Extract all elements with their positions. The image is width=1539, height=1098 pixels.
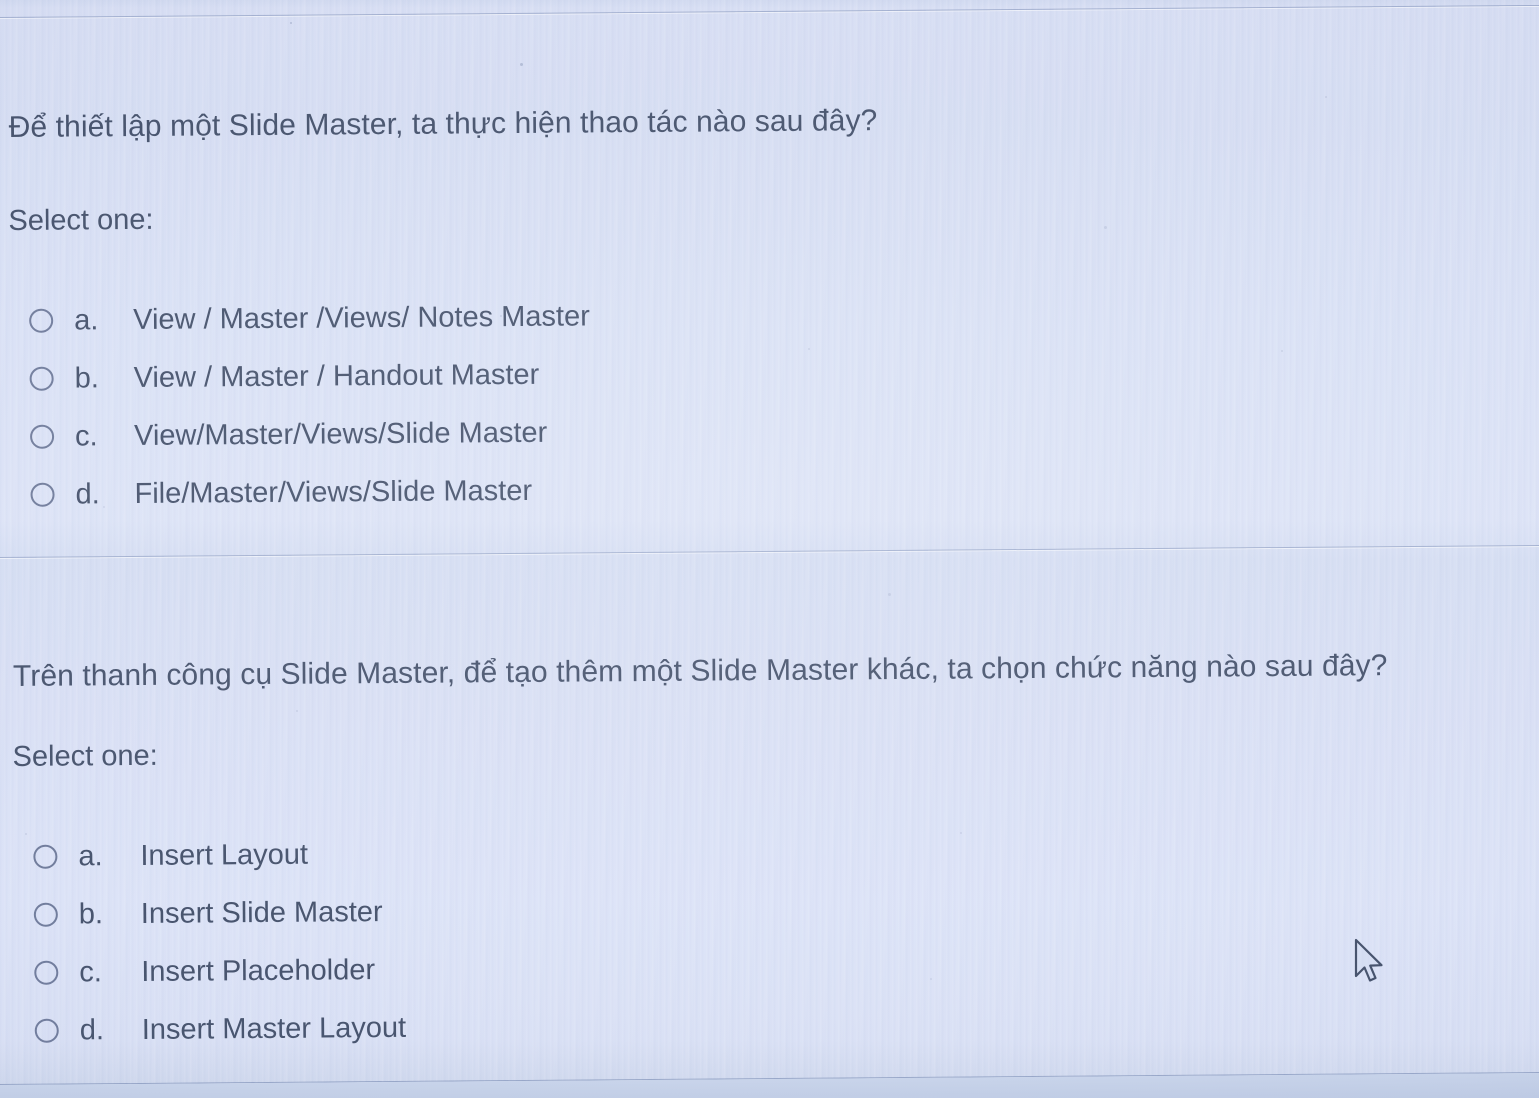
- option-letter: b.: [78, 898, 104, 931]
- option-label[interactable]: Insert Layout: [140, 839, 308, 873]
- quiz-page-content: Để thiết lập một Slide Master, ta thực h…: [0, 0, 1539, 1098]
- divider-between-questions: [0, 544, 1539, 559]
- screen-photo-surface: Để thiết lập một Slide Master, ta thực h…: [0, 0, 1539, 1098]
- question-2-select-one-label: Select one:: [12, 739, 158, 773]
- radio-button-icon[interactable]: [33, 902, 58, 927]
- radio-button-icon[interactable]: [29, 366, 54, 391]
- question-2-options: a. Insert Layout b. Insert Slide Master …: [2, 830, 406, 1062]
- option-label[interactable]: Insert Slide Master: [141, 896, 383, 931]
- option-letter: a.: [78, 840, 103, 873]
- option-letter: c.: [79, 956, 102, 989]
- radio-button-icon[interactable]: [30, 424, 55, 449]
- question-2-text: Trên thanh công cụ Slide Master, để tạo …: [12, 649, 1388, 693]
- radio-button-icon[interactable]: [29, 308, 54, 333]
- option-label[interactable]: View/Master/Views/Slide Master: [134, 417, 547, 453]
- question-block-1: Để thiết lập một Slide Master, ta thực h…: [0, 0, 1535, 510]
- option-letter: c.: [74, 420, 98, 453]
- question-1-select-one-label: Select one:: [8, 203, 154, 237]
- radio-button-icon[interactable]: [34, 960, 59, 985]
- option-label[interactable]: View / Master / Handout Master: [134, 359, 540, 395]
- radio-button-icon[interactable]: [30, 482, 55, 507]
- radio-button-icon[interactable]: [33, 844, 58, 869]
- option-label[interactable]: Insert Placeholder: [141, 954, 375, 989]
- radio-button-icon[interactable]: [34, 1018, 59, 1043]
- option-label[interactable]: File/Master/Views/Slide Master: [134, 475, 532, 511]
- option-letter: d.: [79, 1014, 105, 1047]
- option-letter: b.: [74, 362, 99, 395]
- option-letter: d.: [75, 478, 100, 511]
- option-label[interactable]: View / Master /Views/ Notes Master: [133, 300, 590, 337]
- option-label[interactable]: Insert Master Layout: [142, 1012, 407, 1047]
- page-bottom-band: [0, 1072, 1539, 1098]
- option-letter: a.: [74, 304, 99, 337]
- divider-top: [0, 4, 1539, 19]
- question-1-text: Để thiết lập một Slide Master, ta thực h…: [8, 104, 878, 144]
